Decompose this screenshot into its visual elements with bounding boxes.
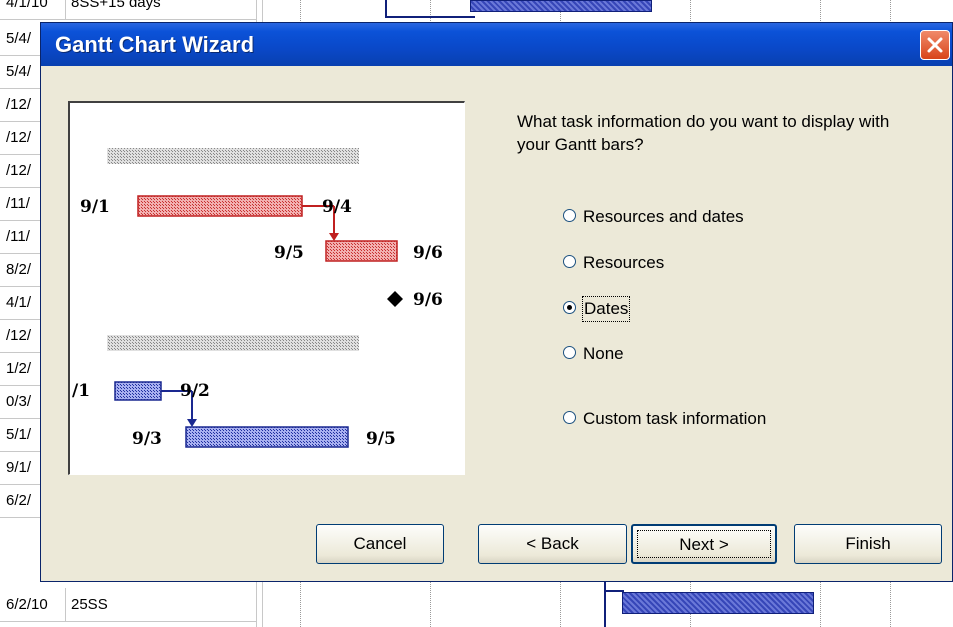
next-button-label: Next > (679, 535, 729, 554)
preview-label: /1 (72, 381, 90, 401)
close-icon (927, 37, 943, 53)
gantt-preview: 9/1 9/4 9/5 9/6 9/6 /1 9/2 9/3 9/5 (68, 101, 465, 475)
gantt-preview-drawing: 9/1 9/4 9/5 9/6 9/6 /1 9/2 9/3 9/5 (72, 148, 443, 449)
task-row[interactable]: 4/1/10 8SS+15 days (0, 0, 256, 20)
question-text: What task information do you want to dis… (517, 112, 890, 154)
preview-label: 9/5 (366, 429, 396, 449)
gantt-chart-wizard-dialog: Gantt Chart Wizard 9/1 9/4 9/5 9/6 9/6 /… (40, 22, 953, 582)
radio-button-icon[interactable] (563, 301, 576, 314)
back-button[interactable]: < Back (478, 524, 627, 564)
gantt-bar[interactable] (470, 0, 652, 12)
finish-date-cell[interactable]: 4/1/10 (0, 0, 66, 19)
radio-label[interactable]: Resources (583, 251, 664, 275)
link-line (604, 582, 606, 627)
preview-label: 9/6 (413, 290, 443, 310)
critical-task-bar (137, 195, 303, 217)
predecessors-cell[interactable]: 25SS (67, 588, 256, 621)
radio-label[interactable]: Dates (581, 296, 631, 322)
dependency-arrow (329, 233, 339, 241)
summary-bar (107, 335, 359, 351)
next-button[interactable]: Next > (631, 524, 777, 564)
task-bar (114, 381, 162, 401)
critical-task-bar (325, 240, 398, 262)
preview-label: 9/5 (274, 243, 304, 263)
preview-label: 9/2 (180, 381, 210, 401)
dependency-arrow (187, 419, 197, 427)
dialog-titlebar[interactable]: Gantt Chart Wizard (41, 23, 952, 66)
preview-label: 9/3 (132, 429, 162, 449)
cancel-button-label: Cancel (353, 534, 407, 553)
preview-label: 9/6 (413, 243, 443, 263)
cancel-button[interactable]: Cancel (316, 524, 444, 564)
predecessors-cell[interactable]: 8SS+15 days (67, 0, 256, 19)
close-button[interactable] (920, 30, 950, 60)
preview-label: 9/1 (80, 197, 110, 217)
link-line (385, 16, 475, 18)
radio-label[interactable]: Resources and dates (583, 205, 744, 229)
task-bar (185, 426, 349, 448)
gantt-bar[interactable] (622, 592, 814, 614)
preview-label: 9/4 (322, 197, 352, 217)
next-button-focus: Next > (637, 530, 771, 558)
milestone-diamond (387, 291, 403, 307)
radio-button-icon[interactable] (563, 346, 576, 359)
radio-selected-dot (567, 305, 572, 310)
radio-label[interactable]: None (583, 342, 624, 366)
finish-button[interactable]: Finish (794, 524, 942, 564)
dialog-title: Gantt Chart Wizard (55, 32, 255, 57)
finish-button-label: Finish (845, 534, 891, 553)
radio-button-icon[interactable] (563, 411, 576, 424)
finish-date-cell[interactable]: 6/2/10 (0, 588, 66, 621)
radio-button-icon[interactable] (563, 255, 576, 268)
radio-button-icon[interactable] (563, 209, 576, 222)
link-line (604, 590, 624, 592)
summary-bar (107, 148, 359, 164)
task-row[interactable]: 6/2/10 25SS (0, 588, 256, 622)
radio-label[interactable]: Custom task information (583, 407, 766, 431)
back-button-label: < Back (526, 534, 579, 553)
